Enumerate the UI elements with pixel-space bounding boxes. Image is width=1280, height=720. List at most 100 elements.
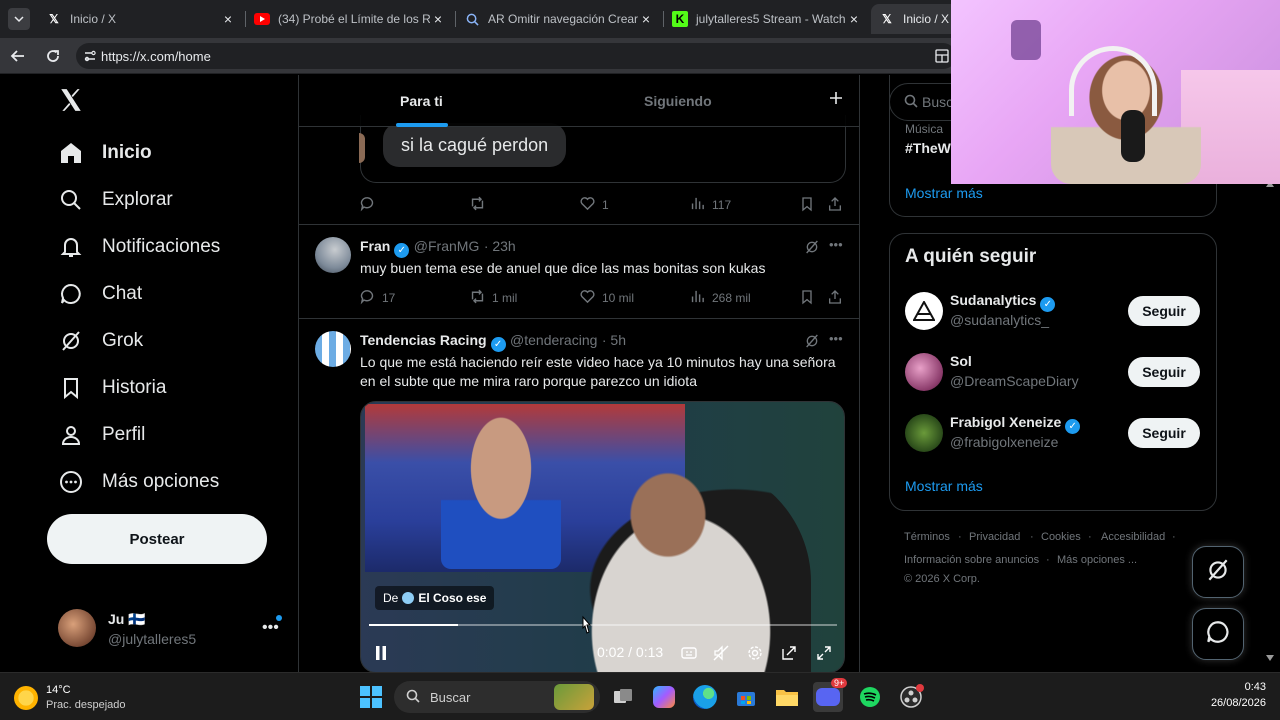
source-name: El Coso ese [418,591,487,605]
nav-item-explorar[interactable]: Explorar [58,180,173,220]
follow-suggestion-row[interactable]: Sol @DreamScapeDiary Seguir [890,345,1216,405]
tweet-time[interactable]: · 5h [602,332,626,348]
footer-link-terminos[interactable]: Términos [904,531,950,543]
follow-button[interactable]: Seguir [1128,418,1200,448]
browser-tab-3[interactable]: AR Omitir navegación Crear 9+ × [456,4,662,34]
tab-layout-icon[interactable] [935,49,949,68]
follow-button[interactable]: Seguir [1128,357,1200,387]
reload-icon[interactable] [43,46,63,66]
close-icon[interactable]: × [430,11,446,27]
views-button[interactable]: 268 mil [689,288,751,308]
like-button[interactable]: 10 mil [579,288,634,308]
x-logo-icon[interactable] [58,87,86,115]
file-explorer-icon[interactable] [772,682,802,712]
browser-tab-4[interactable]: K julytalleres5 Stream - Watch Liv × [664,4,870,34]
tweet-tendencias-racing[interactable]: Tendencias Racing ✓ @tenderacing · 5h •••… [299,319,859,672]
add-tab-icon[interactable] [829,91,843,110]
bookmark-button[interactable] [799,289,815,308]
chat-floating-button[interactable] [1192,608,1244,660]
grok-floating-button[interactable] [1192,546,1244,598]
follow-name: Frabigol Xeneize [950,414,1062,430]
store-icon[interactable] [731,682,761,712]
footer-link-anuncios[interactable]: Información sobre anuncios [904,554,1039,566]
repost-icon [469,288,486,308]
browser-tab-5-active[interactable]: 𝕏 Inicio / X [871,4,961,34]
pause-icon[interactable] [375,646,387,665]
repost-button[interactable] [469,195,486,215]
nav-item-grok[interactable]: Grok [58,321,143,361]
copilot-icon[interactable] [649,682,679,712]
pip-icon[interactable] [781,645,797,666]
close-icon[interactable]: × [846,11,862,27]
nav-item-notificaciones[interactable]: Notificaciones [58,227,220,267]
account-switcher[interactable]: Ju 🇫🇮 @julytalleres5 ••• [58,605,286,651]
address-bar[interactable]: https://x.com/home [76,43,956,69]
mouse-cursor-icon [579,615,593,640]
system-clock[interactable]: 0:43 26/08/2026 [1190,681,1266,715]
tab-para-ti[interactable]: Para ti [400,75,443,127]
footer-link-privacidad[interactable]: Privacidad [969,531,1020,543]
author-handle[interactable]: @tenderacing [510,332,597,348]
settings-gear-icon[interactable] [747,645,763,666]
browser-tab-1[interactable]: 𝕏 Inicio / X × [38,4,244,34]
tab-siguiendo[interactable]: Siguiendo [644,75,712,127]
nav-item-perfil[interactable]: Perfil [58,415,145,455]
more-dots-icon[interactable]: ••• [829,237,843,252]
show-more-link[interactable]: Mostrar más [905,185,983,201]
footer-link-accesibilidad[interactable]: Accesibilidad [1101,531,1165,543]
reply-button[interactable] [359,195,376,215]
footer-link-cookies[interactable]: Cookies [1041,531,1081,543]
tweet-fran[interactable]: Fran ✓ @FranMG · 23h ••• muy buen tema es… [299,225,859,319]
windows-start-icon[interactable] [356,682,386,712]
tab-list-dropdown-icon[interactable] [8,8,30,30]
nav-item-mas-opciones[interactable]: Más opciones [58,462,219,502]
nav-item-inicio[interactable]: Inicio [58,133,152,173]
share-button[interactable] [827,289,843,308]
tweet-previous[interactable]: si la cagué perdon 1 117 [299,115,859,225]
obs-icon[interactable] [896,682,926,712]
author-name[interactable]: Tendencias Racing [360,332,487,348]
close-icon[interactable]: × [638,11,654,27]
author-name[interactable]: Fran [360,238,390,254]
views-button[interactable]: 117 [689,195,731,215]
weather-widget[interactable]: 14°C Prac. despejado [14,681,154,715]
video-progress-track[interactable] [369,624,837,626]
edge-browser-icon[interactable] [690,682,720,712]
discord-icon[interactable]: 9+ [813,678,848,712]
follow-suggestion-row[interactable]: Sudanalytics ✓ @sudanalytics_ Seguir [890,284,1216,344]
author-handle[interactable]: @FranMG [414,238,480,254]
tweet-time[interactable]: · 23h [484,238,516,254]
close-icon[interactable]: × [220,11,236,27]
fullscreen-icon[interactable] [816,645,832,666]
post-button[interactable]: Postear [47,514,267,564]
more-dots-icon[interactable]: ••• [262,619,279,637]
reply-button[interactable]: 17 [359,288,395,308]
video-player[interactable]: De El Coso ese 0:02 / 0:13 [360,401,845,672]
browser-tab-2[interactable]: (34) Probé el Límite de los Rest × [246,4,454,34]
like-button[interactable]: 1 [579,195,609,215]
search-highlight-image [554,684,594,710]
repost-button[interactable]: 1 mil [469,288,517,308]
nav-item-historia[interactable]: Historia [58,368,166,408]
page-scrollbar[interactable] [1266,181,1274,661]
mute-icon[interactable] [713,645,729,666]
video-source-label[interactable]: De El Coso ese [375,586,495,610]
trend-tag[interactable]: #TheW [905,140,951,156]
bookmark-button[interactable] [799,196,815,215]
grok-icon[interactable] [804,239,820,260]
footer-link-mas-opciones[interactable]: Más opciones ... [1057,554,1137,566]
back-arrow-icon[interactable] [8,46,28,66]
taskbar-search-box[interactable]: Buscar [394,681,600,713]
task-view-icon[interactable] [608,682,638,712]
grok-icon[interactable] [804,333,820,354]
share-button[interactable] [827,196,843,215]
show-more-link[interactable]: Mostrar más [905,478,983,494]
more-dots-icon[interactable]: ••• [829,331,843,346]
follow-button[interactable]: Seguir [1128,296,1200,326]
site-info-icon[interactable] [83,49,97,66]
nav-item-chat[interactable]: Chat [58,274,142,314]
captions-icon[interactable] [681,645,697,666]
reply-icon [359,195,376,215]
spotify-icon[interactable] [855,682,885,712]
follow-suggestion-row[interactable]: Frabigol Xeneize ✓ @frabigolxeneize Segui… [890,406,1216,466]
